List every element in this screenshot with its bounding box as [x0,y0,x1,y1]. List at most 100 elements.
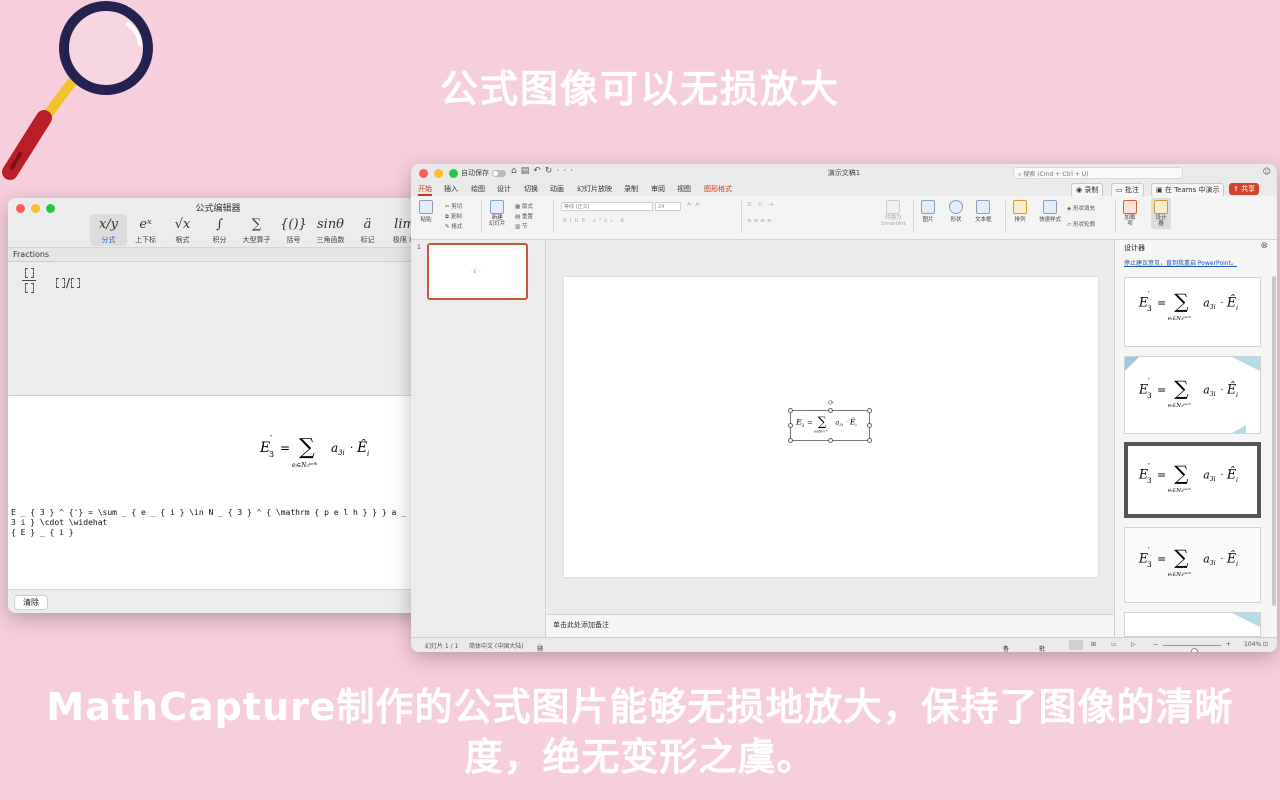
language-status[interactable]: 简体中文 (中国大陆) [469,641,524,650]
font-color-icon[interactable]: A [620,218,627,224]
layout-button[interactable]: ▦ 版式 [515,202,533,210]
shape-outline-button[interactable]: ▱ 形状轮廓 [1067,220,1095,228]
fit-slide-icon[interactable]: ⊡ [1263,641,1268,648]
slide-sorter-view-icon[interactable]: ⊞ [1091,641,1096,648]
designer-scrollbar[interactable] [1272,276,1276,606]
comments-label: 批注 [1039,646,1046,652]
convert-smartart-button[interactable]: 转换为 SmartArt [881,200,906,227]
design-idea-4[interactable]: E 3 ′ = ∑ eᵢ∈N₃ᵖᵉˡʰ a 3i · Ê i [1124,527,1261,603]
align-right-icon[interactable]: ≡ [760,218,767,224]
section-button[interactable]: ▥ 节 [515,222,527,230]
subscript-icon[interactable]: x₂ [604,218,615,224]
search-placeholder: 搜索 (Cmd + Ctrl + U) [1023,171,1089,178]
new-slide-button[interactable]: 新建 幻灯片 [489,200,506,227]
tool-function[interactable]: sinθ 三角函数 [312,214,349,246]
zoom-out-icon[interactable]: − [1153,641,1158,648]
strikethrough-icon[interactable]: S [581,218,588,224]
resize-handle[interactable] [867,423,872,428]
magnifier-icon [2,1,153,180]
normal-view-icon[interactable] [1069,640,1083,650]
formula-editor-window: 公式编辑器 x/y 分式 eˣ 上下标 √x 根式 ∫ 积分 ∑ 大型算子 {()} 括号 … [8,198,428,613]
tab-draw[interactable]: 绘图 [471,184,485,194]
tab-slideshow[interactable]: 幻灯片放映 [577,184,612,194]
tab-animations[interactable]: 动画 [550,184,564,194]
formula-image-selected[interactable]: ⟳ E 3 ′ = ∑ eᵢ∈N₃ᵖᵉˡʰ a 3i · Ê i [788,399,872,443]
bold-icon[interactable]: B [563,218,570,224]
stop-suggestions-link[interactable]: 停止建议意见，直到我重启 PowerPoint。 [1124,258,1237,267]
tool-radical[interactable]: √x 根式 [164,214,201,246]
copy-button[interactable]: ⧉ 复制 [445,212,462,221]
resize-handle[interactable] [788,438,793,443]
tool-integral[interactable]: ∫ 积分 [201,214,238,246]
teams-present-button[interactable]: ▣ 在 Teams 中演示 [1151,183,1225,197]
tool-accent[interactable]: ä 标记 [349,214,386,246]
linear-fraction-template[interactable]: / [56,276,81,290]
tab-transitions[interactable]: 切换 [524,184,538,194]
cut-button[interactable]: ✂ 剪切 [445,202,462,210]
numbering-icon[interactable]: ☷ [758,202,765,208]
resize-handle[interactable] [867,408,872,413]
resize-handle[interactable] [788,408,793,413]
tab-design[interactable]: 设计 [497,184,511,194]
textbox-button[interactable]: 文本框 [975,200,992,223]
rotate-handle-icon[interactable]: ⟳ [828,399,834,407]
shape-fill-button[interactable]: ◈ 形状填充 [1067,204,1095,212]
reset-button[interactable]: ▤ 重置 [515,212,533,220]
tab-home[interactable]: 开始 [418,184,432,196]
design-idea-1[interactable]: E 3 ′ = ∑ eᵢ∈N₃ᵖᵉˡʰ a 3i · Ê i [1124,277,1261,347]
placeholder-box [24,268,34,278]
search-input[interactable]: ⌕ 搜索 (Cmd + Ctrl + U) [1013,167,1183,179]
resize-handle[interactable] [867,438,872,443]
font-size-select[interactable]: 24 [655,202,681,211]
formula-sigma: ∑ [818,414,827,428]
tab-record[interactable]: 录制 [624,184,638,194]
font-name-select[interactable]: 等线 (正文) [561,202,653,211]
slideshow-view-icon[interactable]: ▷ [1131,641,1136,648]
formula-lhs-sup: ′ [802,415,804,421]
clear-button[interactable]: 清除 [14,595,48,610]
arrange-button[interactable]: 排列 [1013,200,1027,223]
shape-button[interactable]: 形状 [949,200,963,223]
tool-bracket[interactable]: {()} 括号 [275,214,312,246]
align-left-icon[interactable]: ≡ [747,218,754,224]
bullets-icon[interactable]: ☰ [747,202,754,208]
tab-shape-format[interactable]: 图形格式 [704,184,732,194]
slide-canvas[interactable]: ⟳ E 3 ′ = ∑ eᵢ∈N₃ᵖᵉˡʰ a 3i · Ê i [564,277,1098,577]
paste-button[interactable]: 粘贴 [419,200,433,223]
format-painter-button[interactable]: ✎ 格式 [445,222,462,230]
editor-bottom-bar: 清除 [8,589,428,613]
font-grow-icon[interactable]: A⁺ A⁻ [687,202,702,208]
picture-button[interactable]: 图片 [921,200,935,223]
quick-styles-button[interactable]: 快速样式 [1039,200,1061,223]
zoom-level[interactable]: 104% [1244,641,1261,648]
indent-icon[interactable]: ⇥ [768,202,775,208]
tool-superscript[interactable]: eˣ 上下标 [127,214,164,246]
design-idea-2[interactable]: E 3 ′ = ∑ eᵢ∈N₃ᵖᵉˡʰ a 3i · Ê i [1124,356,1261,434]
justify-icon[interactable]: ≡ [767,218,774,224]
stacked-fraction-template[interactable] [22,268,36,293]
tab-view[interactable]: 视图 [677,184,691,194]
latex-source[interactable]: E _ { 3 } ^ {'} = \sum _ { e _ { i } \in… [11,508,421,538]
zoom-in-icon[interactable]: + [1226,641,1231,648]
tool-fraction[interactable]: x/y 分式 [90,214,127,246]
notes-pane[interactable]: 单击此处添加备注 [547,614,1114,637]
formula-dot: · [1221,298,1224,308]
slide-thumbnail[interactable]: · E′ ·· [427,243,528,300]
zoom-slider[interactable] [1163,645,1221,652]
tab-review[interactable]: 审阅 [651,184,665,194]
share-button[interactable]: ⇪ 共享 [1229,183,1260,195]
designer-button[interactable]: 设计 器 [1151,198,1171,229]
zoom-slider-knob[interactable] [1191,648,1198,652]
close-icon[interactable]: ⊗ [1260,241,1268,251]
addins-button[interactable]: 加载 项 [1123,200,1137,227]
tab-insert[interactable]: 插入 [444,184,458,194]
record-button[interactable]: ◉ 录制 [1071,183,1104,197]
design-idea-3-selected[interactable]: E 3 ′ = ∑ eᵢ∈N₃ᵖᵉˡʰ a 3i · Ê i [1124,442,1261,518]
account-icon[interactable]: ☺ [1263,167,1271,176]
resize-handle[interactable] [788,423,793,428]
tool-large-operator[interactable]: ∑ 大型算子 [238,214,275,246]
comments-button[interactable]: ▭ 批注 [1111,183,1144,197]
superscript-icon[interactable]: x² [593,218,604,224]
reading-view-icon[interactable]: ▭ [1111,641,1117,648]
design-idea-5[interactable] [1124,612,1261,637]
